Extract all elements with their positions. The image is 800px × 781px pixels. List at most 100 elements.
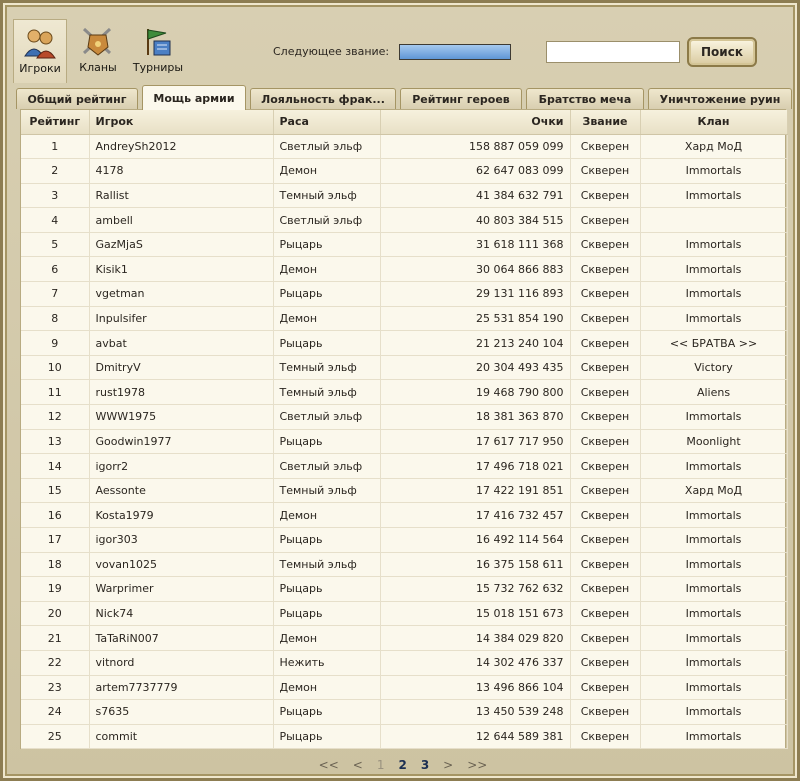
rating-tabs: Общий рейтинг Мощь армии Лояльность фрак…: [16, 85, 792, 110]
cell-rank: 21: [21, 625, 90, 651]
cell-player-link[interactable]: 4178: [89, 158, 274, 184]
cell-clan-link[interactable]: Immortals: [640, 281, 788, 307]
nav-clans-button[interactable]: Кланы: [71, 19, 125, 83]
cell-clan-link[interactable]: Immortals: [640, 158, 788, 184]
cell-player-link[interactable]: vitnord: [89, 650, 274, 676]
cell-race: Светлый эльф: [273, 134, 381, 160]
header-clan[interactable]: Клан: [640, 110, 788, 135]
cell-clan-link[interactable]: Immortals: [640, 699, 788, 725]
table-row: 8 Inpulsifer Демон 25 531 854 190 Скверен Imm…: [21, 306, 788, 332]
cell-clan-link[interactable]: Immortals: [640, 453, 788, 479]
cell-clan-link[interactable]: Moonlight: [640, 429, 788, 455]
cell-player-link[interactable]: AndreySh2012: [89, 134, 274, 160]
nav-tournaments-button[interactable]: Турниры: [129, 19, 187, 83]
cell-player-link[interactable]: igor303: [89, 527, 274, 553]
cell-player-link[interactable]: Aessonte: [89, 478, 274, 504]
header-player[interactable]: Игрок: [89, 110, 274, 135]
cell-player-link[interactable]: vgetman: [89, 281, 274, 307]
nav-clans-label: Кланы: [79, 61, 117, 74]
table-row: 23 artem7737779 Демон 13 496 866 104 Скверен…: [21, 675, 788, 701]
cell-player-link[interactable]: TaTaRiN007: [89, 625, 274, 651]
cell-clan-link[interactable]: Immortals: [640, 256, 788, 283]
cell-player-link[interactable]: Kisik1: [89, 256, 274, 283]
cell-score: 158 887 059 099: [380, 134, 571, 160]
tab-faction-loyalty[interactable]: Лояльность фрак...: [250, 88, 396, 109]
cell-player-link[interactable]: rust1978: [89, 379, 274, 406]
table-row: 22 vitnord Нежить 14 302 476 337 Скверен Immo…: [21, 650, 788, 676]
cell-clan-link[interactable]: Immortals: [640, 724, 788, 750]
header-score[interactable]: Очки: [380, 110, 571, 135]
cell-clan-link[interactable]: Immortals: [640, 650, 788, 676]
cell-player-link[interactable]: ambell: [89, 207, 274, 233]
cell-player-link[interactable]: DmitryV: [89, 355, 274, 381]
cell-title: Скверен: [570, 453, 641, 479]
cell-score: 12 644 589 381: [380, 724, 571, 750]
cell-score: 13 450 539 248: [380, 699, 571, 725]
table-row: 7 vgetman Рыцарь 29 131 116 893 Скверен Immor…: [21, 281, 788, 307]
cell-player-link[interactable]: avbat: [89, 330, 274, 356]
cell-race: Светлый эльф: [273, 207, 381, 233]
rating-table: Рейтинг Игрок Раса Очки Звание Клан 1 And…: [20, 109, 788, 750]
cell-clan-link[interactable]: [640, 207, 788, 233]
pager-prev[interactable]: <: [353, 758, 363, 772]
tab-overall-rating[interactable]: Общий рейтинг: [16, 88, 138, 109]
pager-next[interactable]: >: [443, 758, 453, 772]
top-toolbar: Игроки Кланы Турниры Следующее звание: П…: [13, 11, 793, 83]
cell-player-link[interactable]: igorr2: [89, 453, 274, 479]
table-row: 5 GazMjaS Рыцарь 31 618 111 368 Скверен Immor…: [21, 232, 788, 258]
pager-page-3[interactable]: 3: [421, 758, 429, 772]
header-race[interactable]: Раса: [273, 110, 381, 135]
cell-clan-link[interactable]: Victory: [640, 355, 788, 381]
header-title[interactable]: Звание: [570, 110, 641, 135]
cell-rank: 12: [21, 404, 90, 430]
cell-race: Темный эльф: [273, 355, 381, 381]
pager-last[interactable]: >>: [467, 758, 487, 772]
cell-score: 13 496 866 104: [380, 675, 571, 701]
cell-clan-link[interactable]: Immortals: [640, 576, 788, 602]
search-input[interactable]: [546, 41, 680, 63]
cell-race: Нежить: [273, 650, 381, 676]
tab-hero-rating[interactable]: Рейтинг героев: [400, 88, 522, 109]
cell-clan-link[interactable]: Immortals: [640, 625, 788, 651]
cell-rank: 23: [21, 675, 90, 701]
cell-clan-link[interactable]: Immortals: [640, 502, 788, 528]
cell-title: Скверен: [570, 576, 641, 602]
pager-page-2[interactable]: 2: [398, 758, 406, 772]
cell-player-link[interactable]: Inpulsifer: [89, 306, 274, 332]
cell-score: 14 302 476 337: [380, 650, 571, 676]
cell-clan-link[interactable]: Immortals: [640, 306, 788, 332]
cell-clan-link[interactable]: Immortals: [640, 404, 788, 430]
cell-player-link[interactable]: Nick74: [89, 601, 274, 627]
cell-player-link[interactable]: Rallist: [89, 183, 274, 209]
cell-clan-link[interactable]: Immortals: [640, 232, 788, 258]
cell-score: 15 018 151 673: [380, 601, 571, 627]
nav-players-button[interactable]: Игроки: [13, 19, 67, 83]
cell-player-link[interactable]: commit: [89, 724, 274, 750]
cell-rank: 24: [21, 699, 90, 725]
header-rank[interactable]: Рейтинг: [21, 110, 90, 135]
table-row: 19 Warprimer Рыцарь 15 732 762 632 Скверен Im…: [21, 576, 788, 602]
cell-player-link[interactable]: Warprimer: [89, 576, 274, 602]
cell-clan-link[interactable]: Immortals: [640, 552, 788, 578]
pager-first[interactable]: <<: [319, 758, 339, 772]
cell-title: Скверен: [570, 478, 641, 504]
cell-clan-link[interactable]: << БРАТВА >>: [640, 330, 788, 356]
search-button[interactable]: Поиск: [687, 37, 757, 67]
cell-clan-link[interactable]: Хард МоД: [640, 478, 788, 504]
cell-player-link[interactable]: WWW1975: [89, 404, 274, 430]
cell-player-link[interactable]: GazMjaS: [89, 232, 274, 258]
cell-clan-link[interactable]: Immortals: [640, 601, 788, 627]
cell-clan-link[interactable]: Immortals: [640, 675, 788, 701]
cell-clan-link[interactable]: Хард МоД: [640, 134, 788, 160]
tab-army-power[interactable]: Мощь армии: [142, 85, 246, 110]
tab-sword-brotherhood[interactable]: Братство меча: [526, 88, 644, 109]
cell-clan-link[interactable]: Immortals: [640, 183, 788, 209]
cell-player-link[interactable]: vovan1025: [89, 552, 274, 578]
cell-clan-link[interactable]: Immortals: [640, 527, 788, 553]
cell-player-link[interactable]: Kosta1979: [89, 502, 274, 528]
cell-clan-link[interactable]: Aliens: [640, 379, 788, 406]
tab-ruins-destruction[interactable]: Уничтожение руин: [648, 88, 792, 109]
cell-player-link[interactable]: s7635: [89, 699, 274, 725]
cell-player-link[interactable]: Goodwin1977: [89, 429, 274, 455]
cell-player-link[interactable]: artem7737779: [89, 675, 274, 701]
